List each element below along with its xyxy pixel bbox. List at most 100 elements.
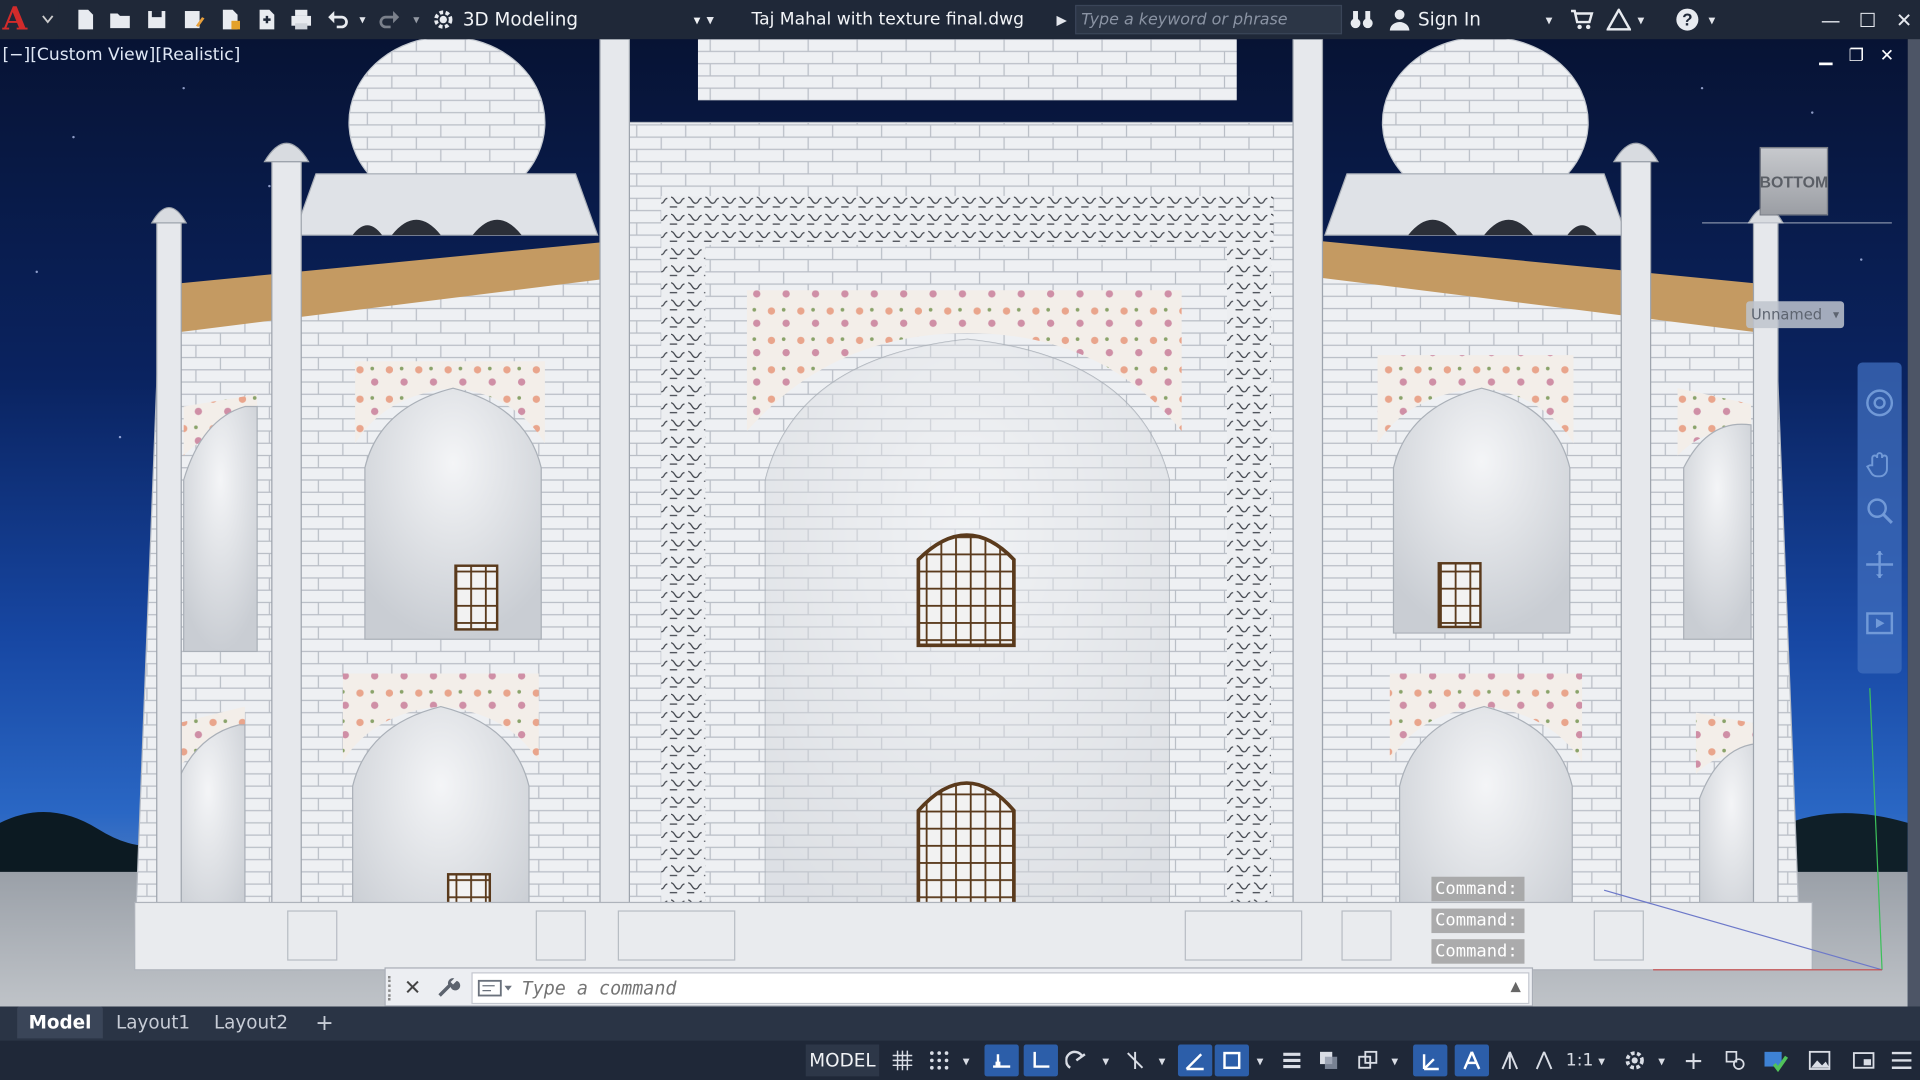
dynamic-ucs-icon[interactable]: [1454, 1044, 1489, 1077]
transparency-icon[interactable]: [1313, 1044, 1345, 1076]
cart-icon[interactable]: [1567, 0, 1596, 39]
layout-tabs: Model Layout1 Layout2 +: [0, 1006, 1920, 1041]
object-snap-icon[interactable]: [1214, 1044, 1249, 1077]
selection-cycling-icon[interactable]: [1352, 1044, 1384, 1076]
status-bar: MODEL ▾ ▾ ▾ ▾ ▾ 1:1 ▾ ▾ +: [0, 1040, 1920, 1080]
chevron-down-icon[interactable]: ▾: [1540, 0, 1557, 39]
drag-handle[interactable]: [388, 975, 395, 1001]
chevron-down-icon: ▾: [1833, 307, 1840, 322]
autodesk-app-icon[interactable]: [1604, 0, 1633, 39]
command-input-box[interactable]: ▲: [471, 972, 1530, 1005]
minimize-window-icon[interactable]: —: [1812, 0, 1849, 39]
add-layout-icon[interactable]: +: [309, 1007, 341, 1039]
ucs-menu[interactable]: Unnamed ▾: [1746, 301, 1845, 329]
model-space-button[interactable]: MODEL: [805, 1044, 880, 1077]
viewport-restore-icon[interactable]: ❐: [1843, 47, 1870, 67]
hardware-acceleration-icon[interactable]: [1758, 1044, 1792, 1076]
annotation-scale[interactable]: 1:1: [1565, 1044, 1594, 1076]
chevron-down-icon[interactable]: ▾: [1633, 0, 1648, 39]
ortho-mode-icon[interactable]: [1023, 1044, 1058, 1077]
drawing-viewport[interactable]: [−][Custom View][Realistic] ▁ ❐ ✕ BOTTOM…: [0, 39, 1908, 1007]
3d-object-snap-icon[interactable]: [1413, 1044, 1448, 1077]
isometric-drafting-icon[interactable]: [1119, 1044, 1151, 1076]
command-history-line: Command:: [1431, 908, 1525, 934]
isolate-objects-icon[interactable]: [1719, 1044, 1751, 1076]
title-bar: A ▾ ▾ 3D Modeling ▾ ▾ Taj Mahal with tex…: [0, 0, 1920, 40]
full-screen-icon[interactable]: [1847, 1044, 1881, 1076]
viewport-minimize-icon[interactable]: ▁: [1812, 47, 1839, 67]
annotation-visibility-icon[interactable]: [1494, 1044, 1526, 1076]
tab-layout2[interactable]: Layout2: [208, 1007, 294, 1039]
customization-menu-icon[interactable]: [1886, 1044, 1918, 1076]
autocad-logo-icon: A: [2, 1, 28, 38]
lineweight-icon[interactable]: [1276, 1044, 1308, 1076]
close-window-icon[interactable]: ✕: [1886, 0, 1920, 39]
orbit-icon[interactable]: [1864, 549, 1896, 581]
command-history-line: Command:: [1431, 939, 1525, 964]
navigation-bar: [1857, 362, 1902, 674]
save-icon[interactable]: [142, 0, 171, 39]
workspace-switching-gear-icon[interactable]: [1619, 1044, 1651, 1076]
save-to-web-icon[interactable]: [252, 0, 281, 39]
search-input[interactable]: Type a keyword or phrase: [1075, 4, 1343, 35]
command-input[interactable]: [521, 973, 1477, 1003]
undo-dropdown-icon[interactable]: ▾: [355, 0, 370, 39]
chevron-down-icon[interactable]: ▾: [1705, 0, 1720, 39]
chevron-down-icon[interactable]: ▾: [958, 1044, 975, 1076]
autoscale-icon[interactable]: [1528, 1044, 1560, 1076]
infer-constraints-icon[interactable]: [984, 1044, 1019, 1077]
object-snap-tracking-icon[interactable]: [1177, 1044, 1213, 1077]
steering-wheel-icon[interactable]: [1864, 387, 1896, 419]
svg-text:?: ?: [1682, 10, 1692, 30]
clean-screen-image-icon[interactable]: [1802, 1044, 1836, 1076]
close-icon[interactable]: ✕: [400, 976, 424, 1000]
chevron-down-icon[interactable]: ▾: [1594, 1044, 1609, 1076]
chevron-down-icon[interactable]: ▾: [1153, 1044, 1170, 1076]
document-title: Taj Mahal with texture final.dwg: [751, 9, 1025, 30]
help-icon[interactable]: ?: [1673, 0, 1702, 39]
chevron-down-icon[interactable]: ▾: [1386, 1044, 1403, 1076]
application-menu-button[interactable]: A: [0, 0, 59, 40]
redo-icon[interactable]: [375, 0, 404, 39]
snap-mode-icon[interactable]: [923, 1044, 955, 1076]
command-history-line: Command:: [1431, 876, 1525, 902]
polar-tracking-icon[interactable]: [1060, 1044, 1092, 1076]
sign-in-button[interactable]: Sign In: [1389, 5, 1481, 34]
gear-icon: [434, 10, 453, 29]
user-icon: [1389, 9, 1410, 31]
viewport-scrollbar[interactable]: [1907, 39, 1920, 1007]
undo-icon[interactable]: [323, 0, 352, 39]
customize-toolbar-icon[interactable]: ▾: [700, 0, 720, 39]
new-file-icon[interactable]: [71, 0, 100, 39]
chevron-down-icon[interactable]: ▾: [1251, 1044, 1268, 1076]
save-as-icon[interactable]: [179, 0, 208, 39]
pan-hand-icon[interactable]: [1864, 448, 1896, 480]
workspace-switcher[interactable]: 3D Modeling ▾: [431, 5, 700, 34]
binoculars-icon[interactable]: [1347, 0, 1376, 39]
chevron-down-icon[interactable]: ▾: [1653, 1044, 1670, 1076]
open-file-icon[interactable]: [105, 0, 134, 39]
wrench-icon[interactable]: [437, 976, 461, 1000]
open-from-web-icon[interactable]: [216, 0, 245, 39]
showmotion-icon[interactable]: [1864, 607, 1896, 639]
viewcube[interactable]: BOTTOM: [1760, 146, 1828, 216]
plot-icon[interactable]: [287, 0, 316, 39]
taj-mahal-model: [0, 39, 1908, 1007]
command-line: ✕ ▲: [384, 967, 1534, 1007]
tab-model[interactable]: Model: [17, 1006, 103, 1039]
sign-in-label: Sign In: [1417, 8, 1481, 31]
viewport-controls-label[interactable]: [−][Custom View][Realistic]: [2, 45, 240, 65]
zoom-extents-icon[interactable]: [1864, 495, 1896, 527]
autocad-window: A ▾ ▾ 3D Modeling ▾ ▾ Taj Mahal with tex…: [0, 0, 1920, 1080]
command-history-toggle-icon[interactable]: ▲: [1510, 978, 1520, 994]
expand-arrow-icon[interactable]: ▶: [1053, 0, 1070, 39]
maximize-window-icon[interactable]: ☐: [1849, 0, 1886, 39]
chevron-down-icon: [42, 15, 54, 24]
viewport-close-icon[interactable]: ✕: [1873, 47, 1900, 67]
grid-display-icon[interactable]: [887, 1044, 919, 1076]
chevron-down-icon[interactable]: ▾: [1097, 1044, 1114, 1076]
redo-dropdown-icon[interactable]: ▾: [409, 0, 424, 39]
annotation-monitor-icon[interactable]: +: [1678, 1044, 1710, 1076]
tab-layout1[interactable]: Layout1: [110, 1007, 196, 1039]
recent-commands-icon[interactable]: [477, 978, 515, 998]
